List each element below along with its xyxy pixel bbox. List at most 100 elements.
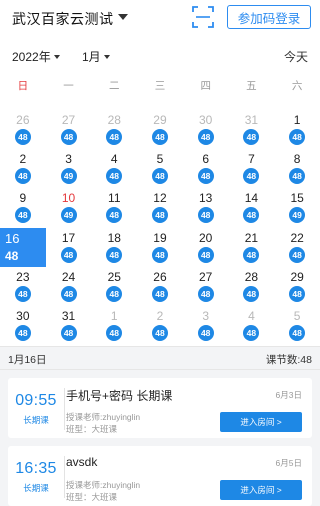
calendar-day[interactable]: 29 48: [274, 267, 320, 306]
calendar-day[interactable]: 5 48: [274, 306, 320, 345]
day-number: 31: [61, 309, 76, 323]
lesson-card[interactable]: 09:55 长期课 手机号+密码 长期课 6月3日 授课老师:zhuyingli…: [8, 378, 312, 438]
calendar-day[interactable]: 15 49: [274, 188, 320, 227]
day-number: 29: [290, 269, 304, 284]
caret-down-icon[interactable]: [118, 14, 128, 20]
enter-room-button[interactable]: 进入房间 >: [220, 412, 302, 432]
scan-icon[interactable]: [191, 5, 215, 29]
calendar-day[interactable]: 4 48: [229, 306, 275, 345]
calendar-day[interactable]: 13 48: [183, 188, 229, 227]
year-selector[interactable]: 2022年: [12, 48, 60, 65]
calendar-day[interactable]: 27 48: [46, 110, 92, 149]
calendar-day[interactable]: 19 48: [137, 228, 183, 267]
lesson-count-badge: 48: [14, 325, 31, 341]
lesson-list: 09:55 长期课 手机号+密码 长期课 6月3日 授课老师:zhuyingli…: [0, 370, 320, 506]
lesson-count-badge: 48: [106, 207, 123, 224]
day-number: 27: [199, 269, 213, 284]
calendar-day[interactable]: 28 48: [229, 267, 275, 306]
calendar-day[interactable]: 23 48: [0, 267, 46, 306]
calendar-day[interactable]: 7 48: [229, 149, 275, 188]
day-number: 26: [16, 113, 30, 127]
calendar-day[interactable]: 12 48: [137, 188, 183, 227]
lesson-time: 09:55: [15, 392, 57, 409]
day-number: 26: [153, 269, 167, 284]
calendar-day[interactable]: 5 48: [137, 149, 183, 188]
lesson-count-badge: 48: [289, 246, 306, 263]
calendar-day[interactable]: 21 48: [229, 228, 275, 267]
day-number: 30: [199, 113, 213, 127]
calendar-day[interactable]: 27 48: [183, 267, 229, 306]
calendar-day[interactable]: 24 48: [46, 267, 92, 306]
caret-down-icon: [103, 54, 110, 59]
calendar-day[interactable]: 10 49: [46, 188, 92, 227]
calendar-day[interactable]: 2 48: [0, 149, 46, 188]
lesson-count-badge: 48: [289, 285, 306, 302]
calendar-day[interactable]: 4 48: [91, 149, 137, 188]
day-number: 17: [61, 230, 76, 245]
calendar-day-selected[interactable]: 16 48: [0, 227, 46, 267]
calendar-day[interactable]: 29 48: [137, 110, 183, 149]
lesson-count-badge: 48: [106, 325, 123, 341]
caret-down-icon: [53, 54, 60, 59]
join-code-login-button[interactable]: 参加码登录: [227, 5, 311, 29]
lesson-count-badge: 48: [243, 325, 260, 341]
calendar-day[interactable]: 14 48: [229, 188, 275, 227]
calendar-day[interactable]: 31 48: [229, 110, 275, 149]
lesson-kind: 长期课: [23, 483, 49, 493]
calendar-day[interactable]: 1 48: [91, 306, 137, 345]
calendar-day[interactable]: 11 48: [91, 188, 137, 227]
date-selectors: 2022年 1月: [0, 44, 320, 68]
lesson-count-badge: 48: [60, 325, 77, 341]
lesson-count-badge: 48: [197, 207, 214, 224]
day-number: 16: [5, 230, 20, 246]
lesson-count-badge: 48: [60, 129, 77, 145]
day-number: 31: [244, 113, 259, 127]
lesson-count-badge: 48: [243, 129, 260, 145]
lesson-count-badge: 48: [197, 285, 214, 302]
calendar-day[interactable]: 9 48: [0, 188, 46, 227]
month-selector[interactable]: 1月: [82, 48, 110, 65]
lesson-count-badge: 48: [151, 285, 168, 302]
day-number: 25: [107, 269, 121, 284]
lesson-count-badge: 49: [60, 168, 77, 185]
lesson-count-badge: 48: [151, 129, 168, 145]
calendar-day[interactable]: 18 48: [91, 228, 137, 267]
calendar-day[interactable]: 1 48: [274, 110, 320, 149]
lesson-count-badge: 48: [243, 168, 260, 185]
lesson-count-badge: 48: [197, 168, 214, 185]
lesson-card[interactable]: 16:35 长期课 avsdk 6月5日 授课老师:zhuyinglin 班型：…: [8, 446, 312, 506]
calendar-day[interactable]: 30 48: [183, 110, 229, 149]
org-title[interactable]: 武汉百家云测试: [12, 9, 114, 29]
day-number: 24: [61, 269, 76, 284]
day-number: 2: [19, 152, 27, 167]
calendar-day[interactable]: 17 48: [46, 228, 92, 267]
day-number: 4: [110, 152, 118, 167]
day-number: 5: [156, 152, 164, 167]
enter-room-button[interactable]: 进入房间 >: [220, 480, 302, 500]
calendar-day[interactable]: 8 48: [274, 149, 320, 188]
day-number: 7: [248, 152, 255, 167]
today-button[interactable]: 今天: [284, 48, 308, 65]
day-number: 3: [65, 152, 72, 167]
day-number: 10: [61, 191, 76, 206]
calendar-day[interactable]: 28 48: [91, 110, 137, 149]
calendar-day[interactable]: 26 48: [137, 267, 183, 306]
calendar-day[interactable]: 26 48: [0, 110, 46, 149]
calendar-day[interactable]: 2 48: [137, 306, 183, 345]
calendar-day[interactable]: 3 48: [183, 306, 229, 345]
calendar-day[interactable]: 30 48: [0, 306, 46, 345]
lesson-count-badge: 48: [14, 207, 31, 224]
calendar-day[interactable]: 31 48: [46, 306, 92, 345]
lesson-name: 手机号+密码 长期课: [66, 389, 173, 403]
calendar-day[interactable]: 22 48: [274, 228, 320, 267]
lesson-count-badge: 48: [151, 168, 168, 185]
calendar-day[interactable]: 3 49: [46, 149, 92, 188]
calendar-day[interactable]: 20 48: [183, 228, 229, 267]
lesson-teacher: 授课老师:zhuyinglin: [66, 480, 141, 490]
calendar-day[interactable]: 6 48: [183, 149, 229, 188]
calendar-day[interactable]: 25 48: [91, 267, 137, 306]
lesson-count-badge: 48: [243, 285, 260, 302]
year-label: 2022年: [12, 50, 51, 64]
lesson-count-badge: 48: [14, 129, 31, 145]
divider: [64, 388, 65, 430]
